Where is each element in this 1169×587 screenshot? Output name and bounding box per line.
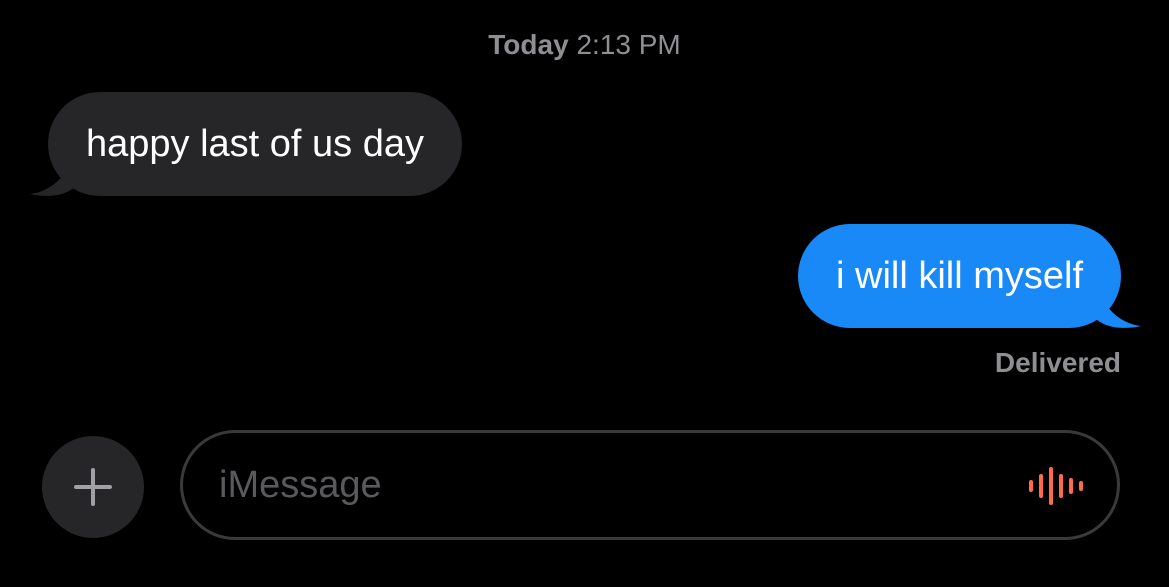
conversation-timestamp: Today 2:13 PM xyxy=(0,26,1169,64)
received-message-bubble[interactable]: happy last of us day xyxy=(48,92,462,196)
timestamp-day: Today xyxy=(488,29,569,60)
audio-waveform-icon[interactable] xyxy=(1027,465,1087,507)
delivery-status: Delivered xyxy=(994,347,1121,378)
sent-message-text: i will kill myself xyxy=(836,255,1083,297)
sent-message-bubble[interactable]: i will kill myself xyxy=(798,224,1121,328)
timestamp-time: 2:13 PM xyxy=(576,29,681,60)
message-composer xyxy=(180,430,1120,540)
received-message-text: happy last of us day xyxy=(86,123,424,165)
plus-icon xyxy=(74,468,112,506)
add-attachment-button[interactable] xyxy=(42,436,144,538)
imessage-input[interactable] xyxy=(219,457,979,513)
